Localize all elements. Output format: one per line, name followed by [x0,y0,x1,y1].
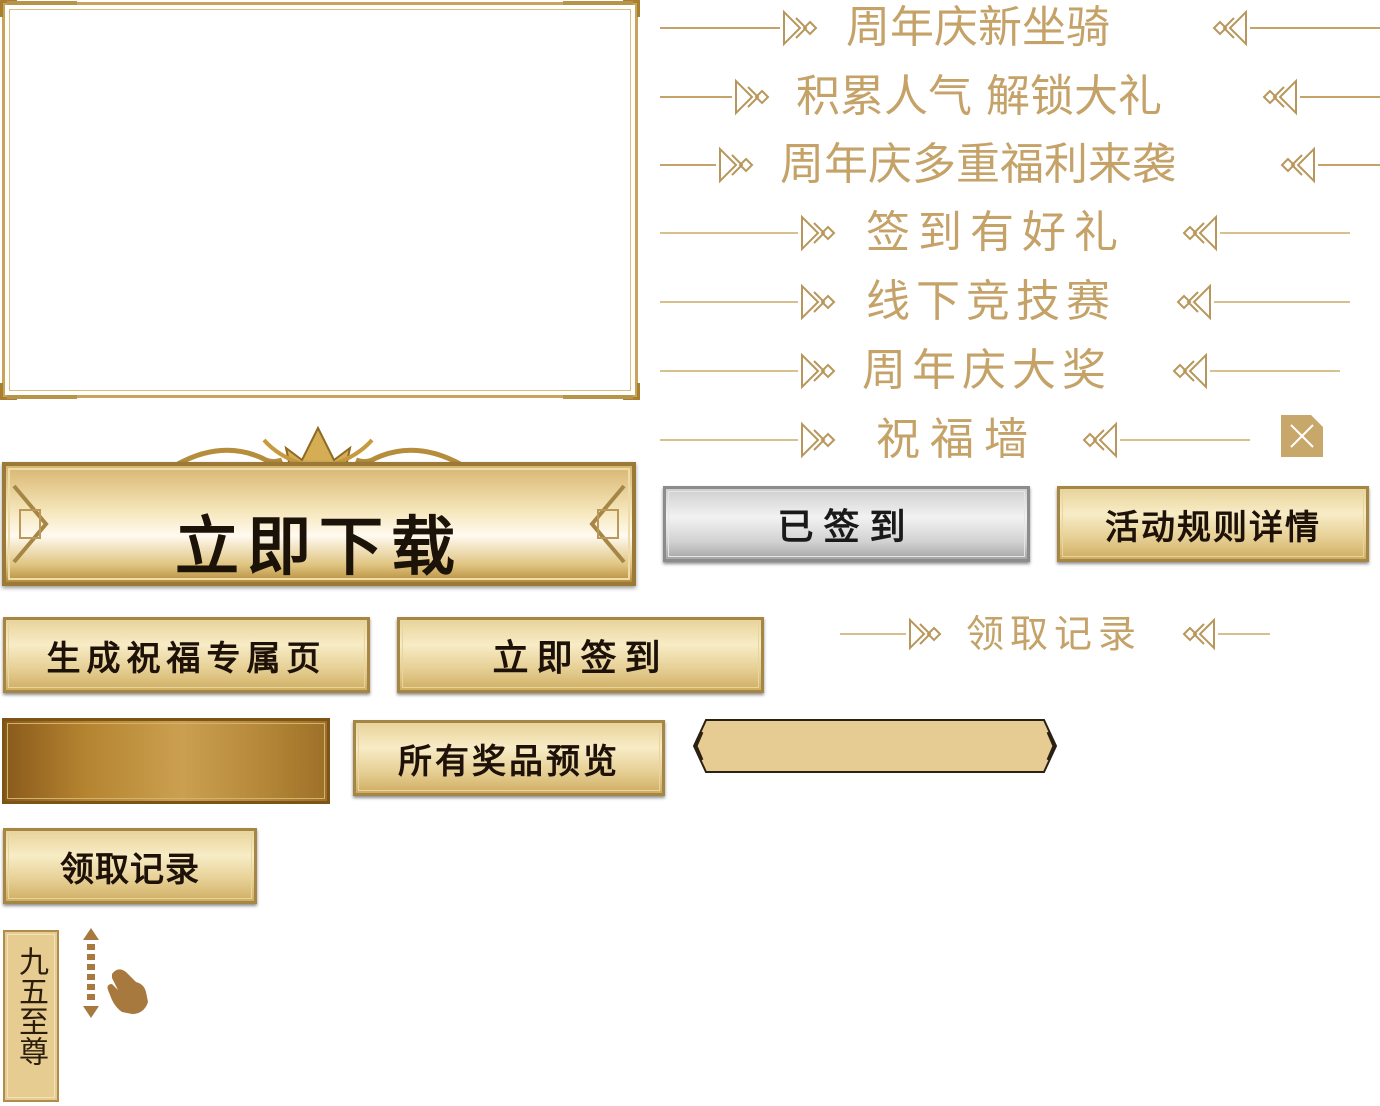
title-row-signin-gifts: 签到有好礼 [660,209,1380,257]
generate-blessing-label: 生成祝福专属页 [46,638,327,679]
title-row-claim-records: 领取记录 [840,610,1270,658]
sign-in-now-label: 立即签到 [492,637,669,679]
title-row-offline-match: 线下竞技赛 [660,278,1380,326]
frame-accent [563,1,633,5]
diamond-arrow-icon [719,146,754,184]
diamond-arrow-icon [783,9,818,47]
pill-bar[interactable] [692,718,1058,774]
activity-rules-button[interactable]: 活动规则详情 [1057,486,1369,562]
frame-inner-border [9,9,631,391]
frame-accent [7,1,77,5]
title-row-unlock-gifts: 积累人气 解锁大礼 [660,73,1380,121]
frame-accent [7,395,77,399]
swipe-hand-icon [107,969,148,1014]
signed-in-button[interactable]: 已签到 [663,486,1030,562]
title-row-grand-prize: 周年庆大奖 [660,347,1380,395]
section-title: 周年庆多重福利来袭 [780,139,1176,190]
diamond-arrow-icon [801,283,836,321]
diamond-arrow-icon [801,421,836,459]
download-button[interactable]: 立即下载 [2,420,636,588]
blank-dark-gold-button[interactable] [2,718,330,804]
title-row-new-mount: 周年庆新坐骑 [660,4,1380,52]
close-icon[interactable] [1281,415,1323,457]
diamond-arrow-icon [1172,352,1207,390]
title-row-blessing-wall: 祝福墙 [660,416,1260,464]
section-title: 线下竞技赛 [866,276,1116,327]
diamond-arrow-icon [1176,283,1211,321]
section-title: 积累人气 解锁大礼 [796,71,1162,122]
diamond-arrow-icon [801,352,836,390]
frame-panel [0,0,640,400]
generate-blessing-button[interactable]: 生成祝福专属页 [3,617,370,693]
swipe-hint [83,928,148,1018]
section-title: 祝福墙 [876,414,1038,465]
diamond-arrow-icon [1082,421,1117,459]
download-button-label: 立即下载 [175,510,463,585]
activity-rules-label: 活动规则详情 [1105,507,1321,548]
diamond-arrow-icon [1182,214,1217,252]
diamond-arrow-icon [1280,146,1315,184]
scroll-arrows-icon [83,928,99,1018]
diamond-arrow-icon [801,214,836,252]
diamond-arrow-icon [1212,9,1247,47]
diamond-arrow-icon [735,78,770,116]
sign-in-now-button[interactable]: 立即签到 [397,617,764,693]
vertical-label-tag: 九五至尊 [3,930,59,1102]
vertical-label-text: 九五至尊 [13,946,48,1066]
section-title: 领取记录 [966,612,1143,656]
all-prizes-button[interactable]: 所有奖品预览 [353,720,665,796]
diamond-arrow-icon [1182,617,1215,651]
section-title: 周年庆大奖 [862,345,1112,396]
diamond-arrow-icon [909,617,942,651]
diamond-arrow-icon [1262,78,1297,116]
signed-in-label: 已签到 [777,506,916,548]
section-title: 签到有好礼 [866,207,1126,258]
all-prizes-label: 所有奖品预览 [398,741,620,782]
frame-accent [563,395,633,399]
claim-records-label: 领取记录 [60,849,200,890]
claim-records-button[interactable]: 领取记录 [3,828,257,904]
title-row-multi-benefits: 周年庆多重福利来袭 [660,141,1380,189]
section-title: 周年庆新坐骑 [846,2,1110,53]
